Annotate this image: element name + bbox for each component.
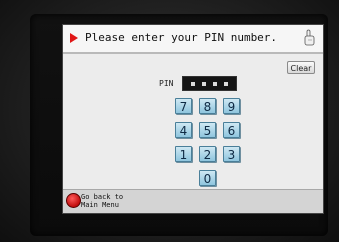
back-to-main-menu-label[interactable]: Go back to Main Menu	[81, 193, 141, 209]
photo-scene: Please enter your PIN number. Clear PIN …	[0, 0, 339, 242]
pin-prompt: Please enter your PIN number.	[85, 31, 278, 44]
red-arrow-icon	[70, 33, 78, 43]
key-8[interactable]: 8	[199, 98, 216, 114]
key-4[interactable]: 4	[175, 122, 192, 138]
prompt-header: Please enter your PIN number.	[63, 25, 323, 54]
red-circle-back-icon[interactable]	[66, 193, 81, 208]
finger-icon	[304, 29, 315, 46]
key-0[interactable]: 0	[199, 170, 216, 186]
clear-button[interactable]: Clear	[287, 61, 315, 74]
touch-screen: Please enter your PIN number. Clear PIN …	[62, 24, 324, 214]
footer-bar: Go back to Main Menu	[63, 189, 323, 213]
pin-mask-dot	[224, 82, 228, 86]
key-1[interactable]: 1	[175, 146, 192, 162]
pin-mask-dot	[191, 82, 195, 86]
pin-label: PIN	[159, 79, 174, 88]
pin-mask-dot	[202, 82, 206, 86]
key-5[interactable]: 5	[199, 122, 216, 138]
key-3[interactable]: 3	[223, 146, 240, 162]
pin-input[interactable]	[182, 76, 237, 91]
key-7[interactable]: 7	[175, 98, 192, 114]
key-2[interactable]: 2	[199, 146, 216, 162]
key-9[interactable]: 9	[223, 98, 240, 114]
pin-mask-dot	[213, 82, 217, 86]
key-6[interactable]: 6	[223, 122, 240, 138]
